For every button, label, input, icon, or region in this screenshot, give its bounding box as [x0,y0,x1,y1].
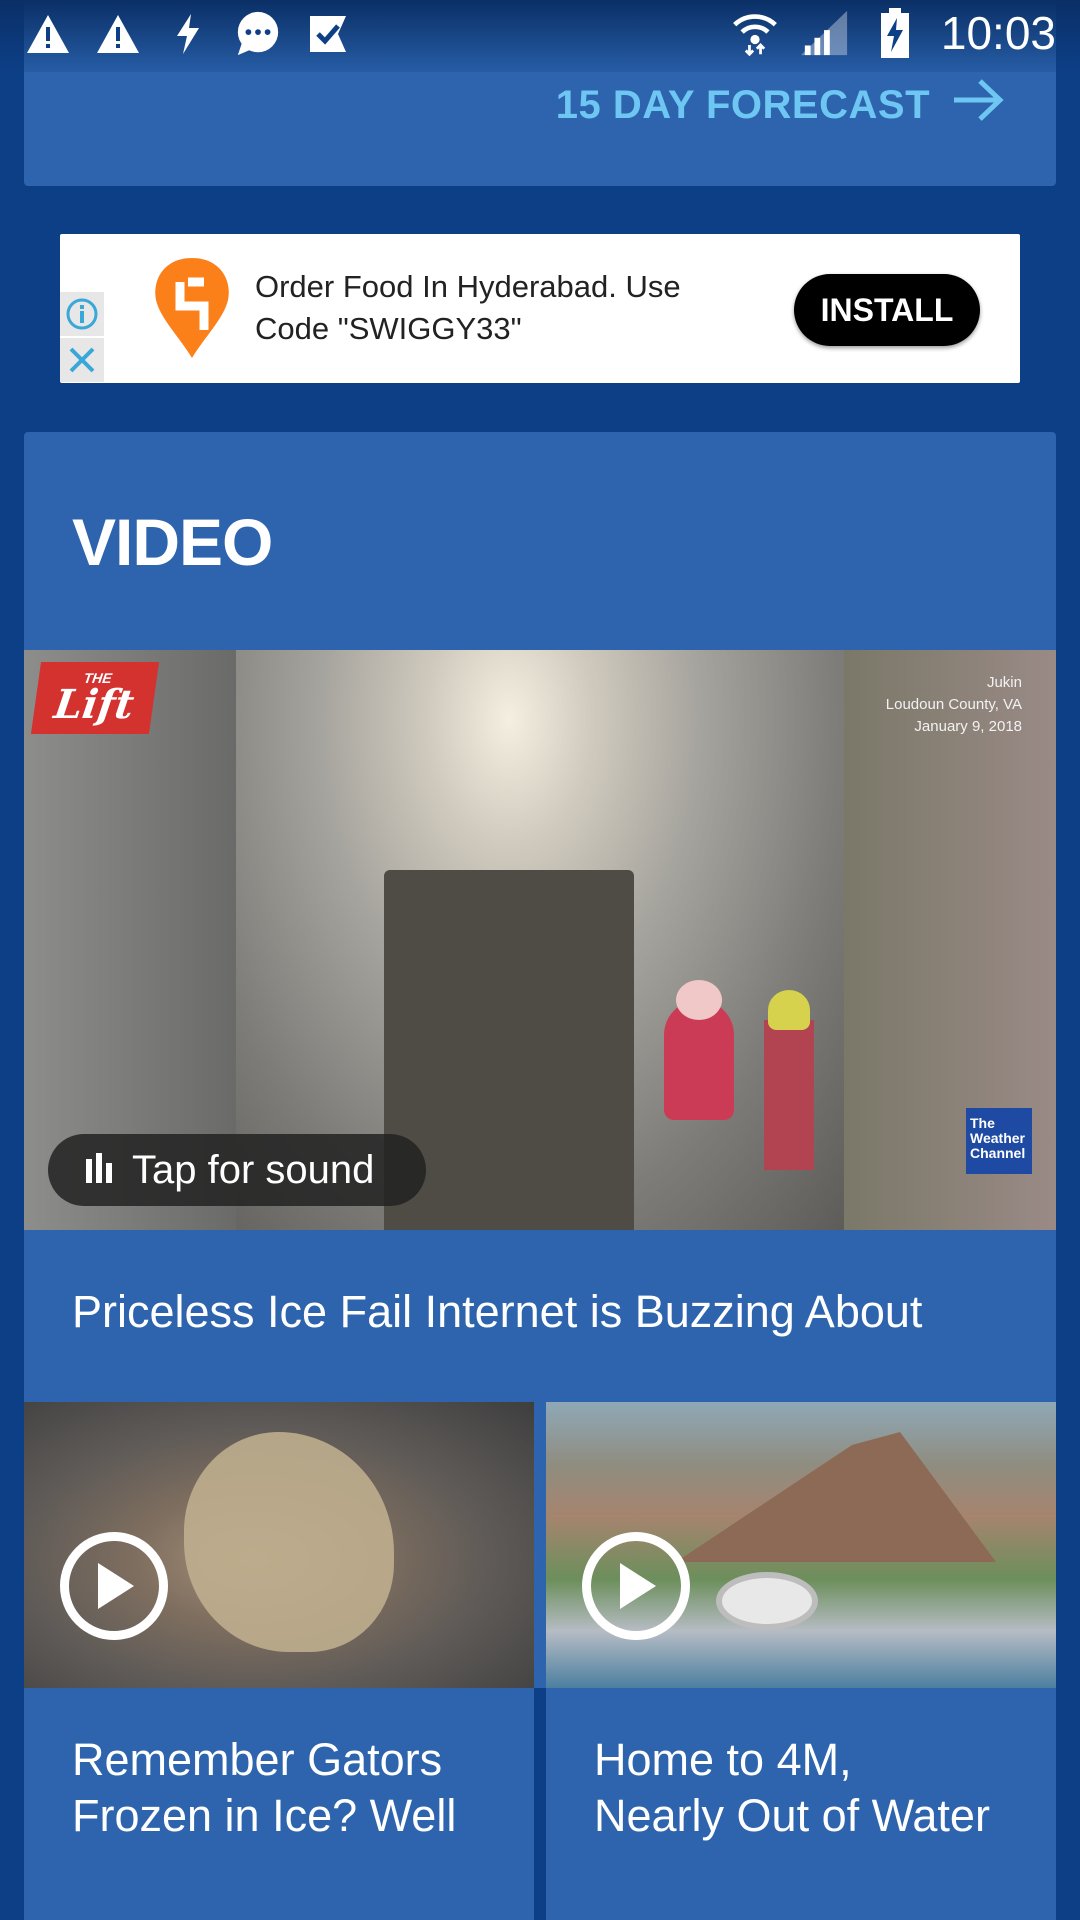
credit-line: January 9, 2018 [914,718,1022,735]
swiggy-logo-icon [144,258,240,358]
chat-icon [234,10,282,58]
forecast-link-label: 15 DAY FORECAST [555,82,930,127]
fifteen-day-forecast-link[interactable]: 15 DAY FORECAST [556,78,1004,132]
volume-bars-icon [86,1152,112,1188]
weather-channel-logo: The Weather Channel [966,1108,1032,1174]
section-title: VIDEO [72,505,273,579]
the-lift-logo: THE Lift [30,662,160,734]
play-icon[interactable] [60,1532,168,1640]
tap-for-sound-button[interactable]: Tap for sound [48,1134,426,1206]
related-video-thumbnail[interactable] [24,1402,534,1688]
credit-line: Jukin [986,674,1022,691]
flash-icon [164,10,212,58]
related-video-thumbnail[interactable] [546,1402,1056,1688]
ad-close-icon[interactable] [60,338,104,382]
system-icons: 10:03 [731,6,1056,60]
status-bar: 10:03 [0,0,1080,72]
ad-info-icon[interactable] [60,292,104,336]
video-credit: Jukin Loudoun County, VA January 9, 2018 [886,672,1022,738]
ad-banner[interactable]: Order Food In Hyderabad. Use Code "SWIGG… [60,234,1020,383]
task-icon [304,10,352,58]
alert-icon [24,10,72,58]
main-video-player[interactable]: THE Lift Jukin Loudoun County, VA Januar… [24,650,1056,1230]
related-video-caption[interactable]: Remember Gators Frozen in Ice? Well [72,1732,502,1844]
notification-icons [24,10,352,58]
wifi-icon [731,9,779,57]
battery-charging-icon [871,8,919,58]
ad-text[interactable]: Order Food In Hyderabad. Use Code "SWIGG… [255,266,725,350]
alert-icon [94,10,142,58]
related-video-caption[interactable]: Home to 4M, Nearly Out of Water [594,1732,994,1844]
sound-label: Tap for sound [132,1147,375,1192]
play-icon[interactable] [582,1532,690,1640]
install-button[interactable]: INSTALL [794,274,980,346]
lift-logo-name: Lift [51,681,137,728]
video-headline[interactable]: Priceless Ice Fail Internet is Buzzing A… [72,1286,1032,1338]
arrow-right-icon [952,78,1004,132]
clock-time: 10:03 [940,7,1056,59]
video-card: VIDEO THE Lift Jukin Loudoun County, VA … [24,432,1056,1920]
signal-icon [800,9,849,57]
credit-line: Loudoun County, VA [885,696,1022,713]
